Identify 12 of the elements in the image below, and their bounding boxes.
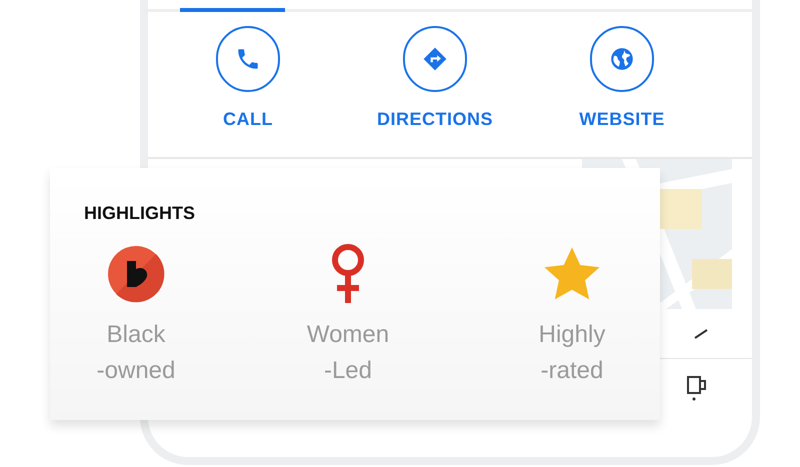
action-button[interactable]: WEBSITE <box>542 26 702 157</box>
directions-icon <box>422 46 448 72</box>
heart-badge-icon <box>107 245 165 303</box>
action-button[interactable]: DIRECTIONS <box>355 26 515 157</box>
action-button[interactable]: CALL <box>168 26 328 157</box>
highlight-label: Highly -rated <box>538 320 606 386</box>
highlight-label: Black -owned <box>96 320 176 386</box>
globe-icon <box>609 46 635 72</box>
cup-icon <box>686 375 708 401</box>
highlight-label: Women -Led <box>306 320 390 386</box>
star-icon <box>543 246 601 302</box>
highlights-title: HIGHLIGHTS <box>84 202 195 225</box>
